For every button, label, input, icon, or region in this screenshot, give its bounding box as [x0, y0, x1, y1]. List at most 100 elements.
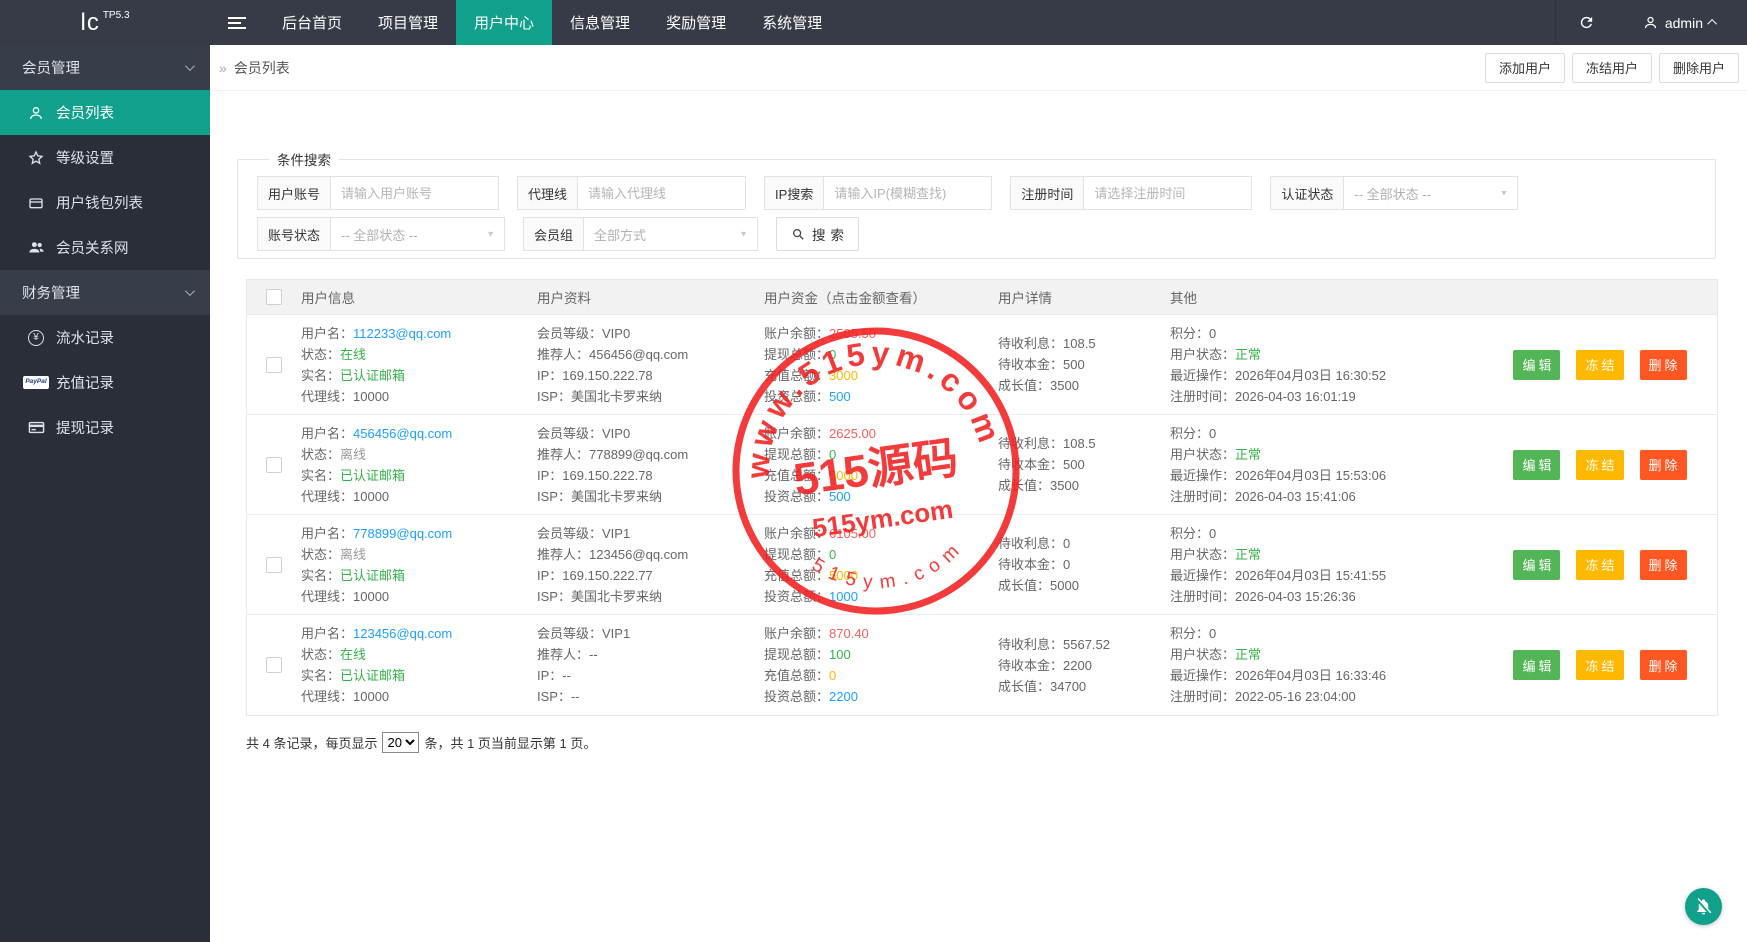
freeze-button[interactable]: 冻结	[1576, 650, 1624, 680]
page-size-select[interactable]: 20	[382, 732, 420, 753]
balance-amount[interactable]: 2505.50	[829, 323, 876, 344]
invest-total-amount[interactable]: 2200	[829, 686, 858, 707]
withdraw-total-amount[interactable]: 0	[829, 444, 836, 465]
search-panel: 条件搜索 用户账号 代理线 IP搜索 注册时间	[237, 149, 1716, 259]
search-button[interactable]: 搜索	[776, 217, 860, 251]
withdraw-total-amount[interactable]: 100	[829, 644, 851, 665]
sidebar-item-member-network[interactable]: 会员关系网	[0, 225, 210, 270]
invest-total-amount[interactable]: 500	[829, 486, 851, 507]
nav-item-dashboard[interactable]: 后台首页	[264, 0, 360, 45]
sidebar-item-withdraw-records[interactable]: 提现记录	[0, 405, 210, 450]
row-checkbox[interactable]	[266, 456, 282, 473]
status-value: 离线	[340, 446, 367, 462]
column-header-user-info: 用户信息	[301, 291, 355, 306]
notification-float-button[interactable]	[1685, 888, 1722, 925]
freeze-button[interactable]: 冻结	[1576, 549, 1624, 580]
delete-button[interactable]: 删除	[1639, 349, 1687, 380]
row-checkbox[interactable]	[266, 556, 282, 573]
points-value: 0	[1209, 425, 1217, 441]
balance-amount[interactable]: 6105.00	[829, 523, 876, 544]
recharge-total-amount[interactable]: 0	[829, 665, 836, 686]
reg-time-input[interactable]	[1084, 176, 1253, 210]
delete-button[interactable]: 删除	[1639, 549, 1687, 580]
menu-toggle-button[interactable]	[210, 0, 264, 45]
delete-button[interactable]: 删除	[1639, 449, 1687, 480]
edit-button[interactable]: 编辑	[1513, 349, 1561, 380]
pending-interest-value: 108.5	[1063, 336, 1096, 351]
delete-button[interactable]: 删除	[1639, 650, 1687, 680]
level-value: VIP1	[602, 626, 631, 641]
column-header-user-profile: 用户资料	[537, 291, 591, 306]
agent-line-value: 10000	[353, 588, 390, 604]
reg-time-field-label: 注册时间	[1010, 176, 1085, 210]
select-all-checkbox[interactable]	[266, 289, 282, 305]
nav-item-info[interactable]: 信息管理	[552, 0, 648, 45]
agent-line-input[interactable]	[578, 176, 747, 210]
reg-time-value: 2026-04-03 15:26:36	[1235, 588, 1356, 604]
reg-time-value: 2026-04-03 16:01:19	[1235, 388, 1356, 404]
withdraw-total-amount[interactable]: 0	[829, 344, 836, 365]
username-link[interactable]: 456456@qq.com	[353, 423, 452, 444]
row-checkbox[interactable]	[266, 657, 282, 673]
sidebar-item-flow-records[interactable]: ¥ 流水记录	[0, 315, 210, 360]
ip-value: 169.150.222.78	[562, 367, 653, 383]
breadcrumb: » 会员列表	[219, 59, 290, 76]
user-menu[interactable]: admin	[1617, 0, 1747, 45]
recharge-total-amount[interactable]: 5000	[829, 565, 858, 586]
auth-status-select[interactable]: -- 全部状态 -- ▼	[1344, 176, 1519, 210]
agent-line-value: 10000	[353, 388, 390, 404]
table-row: 用户名： 778899@qq.com 状态： 离线 实名： 已认证邮箱 代理线： 100…	[247, 515, 1717, 615]
add-user-button[interactable]: 添加用户	[1484, 52, 1565, 83]
credit-card-icon	[27, 419, 45, 437]
table-body: 用户名： 112233@qq.com 状态： 在线 实名： 已认证邮箱 代理线： 100…	[247, 315, 1717, 715]
username-link[interactable]: 778899@qq.com	[353, 523, 452, 544]
freeze-button[interactable]: 冻结	[1576, 449, 1624, 480]
sidebar-item-recharge-records[interactable]: PayPal 充值记录	[0, 360, 210, 405]
yen-circle-icon: ¥	[27, 329, 45, 347]
withdraw-total-amount[interactable]: 0	[829, 544, 836, 565]
auth-status-field-label: 认证状态	[1270, 176, 1345, 210]
isp-value: --	[570, 689, 580, 704]
table-header: 用户信息 用户资料 用户资金（点击金额查看） 用户详情 其他	[247, 280, 1717, 315]
logo-version: TP5.3	[102, 10, 130, 21]
balance-amount[interactable]: 2625.00	[829, 423, 876, 444]
refresh-button[interactable]	[1554, 0, 1617, 45]
points-value: 0	[1209, 525, 1217, 541]
username-link[interactable]: 112233@qq.com	[353, 323, 451, 344]
referrer-value: --	[589, 647, 598, 662]
freeze-user-button[interactable]: 冻结用户	[1571, 52, 1652, 83]
account-status-select[interactable]: -- 全部状态 -- ▼	[331, 217, 506, 251]
sidebar-group-finance[interactable]: 财务管理	[0, 270, 210, 315]
bell-slash-icon	[1696, 898, 1712, 915]
nav-item-projects[interactable]: 项目管理	[360, 0, 456, 45]
edit-button[interactable]: 编辑	[1513, 449, 1561, 480]
username-link[interactable]: 123456@qq.com	[353, 623, 452, 644]
growth-value: 34700	[1050, 678, 1087, 694]
sidebar-item-member-list[interactable]: 会员列表	[0, 90, 210, 135]
balance-amount[interactable]: 870.40	[829, 623, 869, 644]
nav-item-rewards[interactable]: 奖励管理	[648, 0, 744, 45]
sidebar-group-members[interactable]: 会员管理	[0, 45, 210, 90]
row-checkbox[interactable]	[266, 356, 282, 373]
freeze-button[interactable]: 冻结	[1576, 349, 1624, 380]
member-group-select[interactable]: 全部方式 ▼	[584, 217, 759, 251]
nav-item-user-center[interactable]: 用户中心	[456, 0, 553, 45]
edit-button[interactable]: 编辑	[1513, 549, 1561, 580]
edit-button[interactable]: 编辑	[1513, 650, 1561, 680]
isp-value: 美国北卡罗来纳	[570, 588, 662, 604]
invest-total-amount[interactable]: 500	[829, 386, 851, 407]
referrer-value: 123456@qq.com	[589, 546, 689, 562]
delete-user-button[interactable]: 删除用户	[1658, 52, 1739, 83]
admin-screen: lc TP5.3 后台首页 项目管理 用户中心 信息管理 奖励管理 系统管理 ad…	[0, 0, 1747, 942]
reg-time-value: 2022-05-16 23:04:00	[1235, 689, 1356, 704]
invest-total-amount[interactable]: 1000	[829, 586, 858, 607]
sidebar-item-wallet-list[interactable]: 用户钱包列表	[0, 180, 210, 225]
sidebar-item-level-settings[interactable]: 等级设置	[0, 135, 210, 180]
nav-item-system[interactable]: 系统管理	[744, 0, 840, 45]
recharge-total-amount[interactable]: 5000	[829, 465, 858, 486]
level-value: VIP0	[602, 325, 631, 341]
user-icon	[1644, 16, 1656, 29]
account-input[interactable]	[331, 176, 500, 210]
ip-search-input[interactable]	[824, 176, 993, 210]
recharge-total-amount[interactable]: 3000	[829, 365, 858, 386]
